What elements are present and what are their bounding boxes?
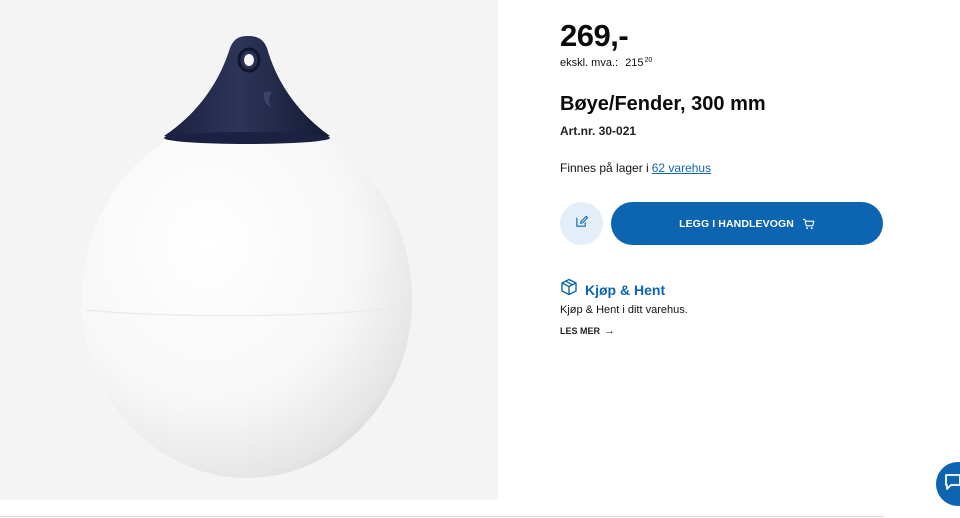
article-number: Art.nr. 30-021	[560, 124, 637, 138]
pickup-description: Kjøp & Hent i ditt varehus.	[560, 304, 688, 316]
edit-button[interactable]	[560, 202, 603, 245]
product-page: 269,- ekskl. mva.: 21520 Bøye/Fender, 30…	[0, 0, 960, 518]
store-count-link[interactable]: 62 varehus	[652, 161, 711, 175]
buoy-fender-image	[82, 36, 412, 478]
arrow-right-icon: →	[604, 325, 616, 337]
price-ex-vat-main: 215	[625, 57, 644, 69]
product-title: Bøye/Fender, 300 mm	[560, 93, 766, 115]
stock-text: Finnes på lager i	[560, 161, 649, 175]
box-icon	[560, 278, 578, 301]
edit-icon	[575, 215, 589, 233]
pickup-title: Kjøp & Hent	[585, 281, 666, 298]
pickup-heading: Kjøp & Hent	[560, 278, 665, 301]
product-price: 269,-	[560, 18, 629, 53]
price-ex-vat: ekskl. mva.: 21520	[560, 57, 652, 69]
chat-icon	[944, 473, 960, 496]
add-to-cart-label: LEGG I HANDLEVOGN	[679, 217, 794, 230]
add-to-cart-button[interactable]: LEGG I HANDLEVOGN	[611, 202, 883, 245]
chat-button[interactable]	[936, 462, 960, 506]
price-ex-vat-amount: 21520	[625, 57, 652, 69]
product-image	[0, 0, 498, 500]
read-more-label: LES MER	[560, 326, 601, 336]
shopping-cart-icon	[802, 218, 815, 230]
price-ex-vat-label: ekskl. mva.:	[560, 57, 619, 69]
read-more-link[interactable]: LES MER →	[560, 325, 615, 337]
price-ex-vat-cents: 20	[644, 57, 653, 64]
divider	[0, 516, 884, 517]
stock-info: Finnes på lager i 62 varehus	[560, 161, 711, 175]
